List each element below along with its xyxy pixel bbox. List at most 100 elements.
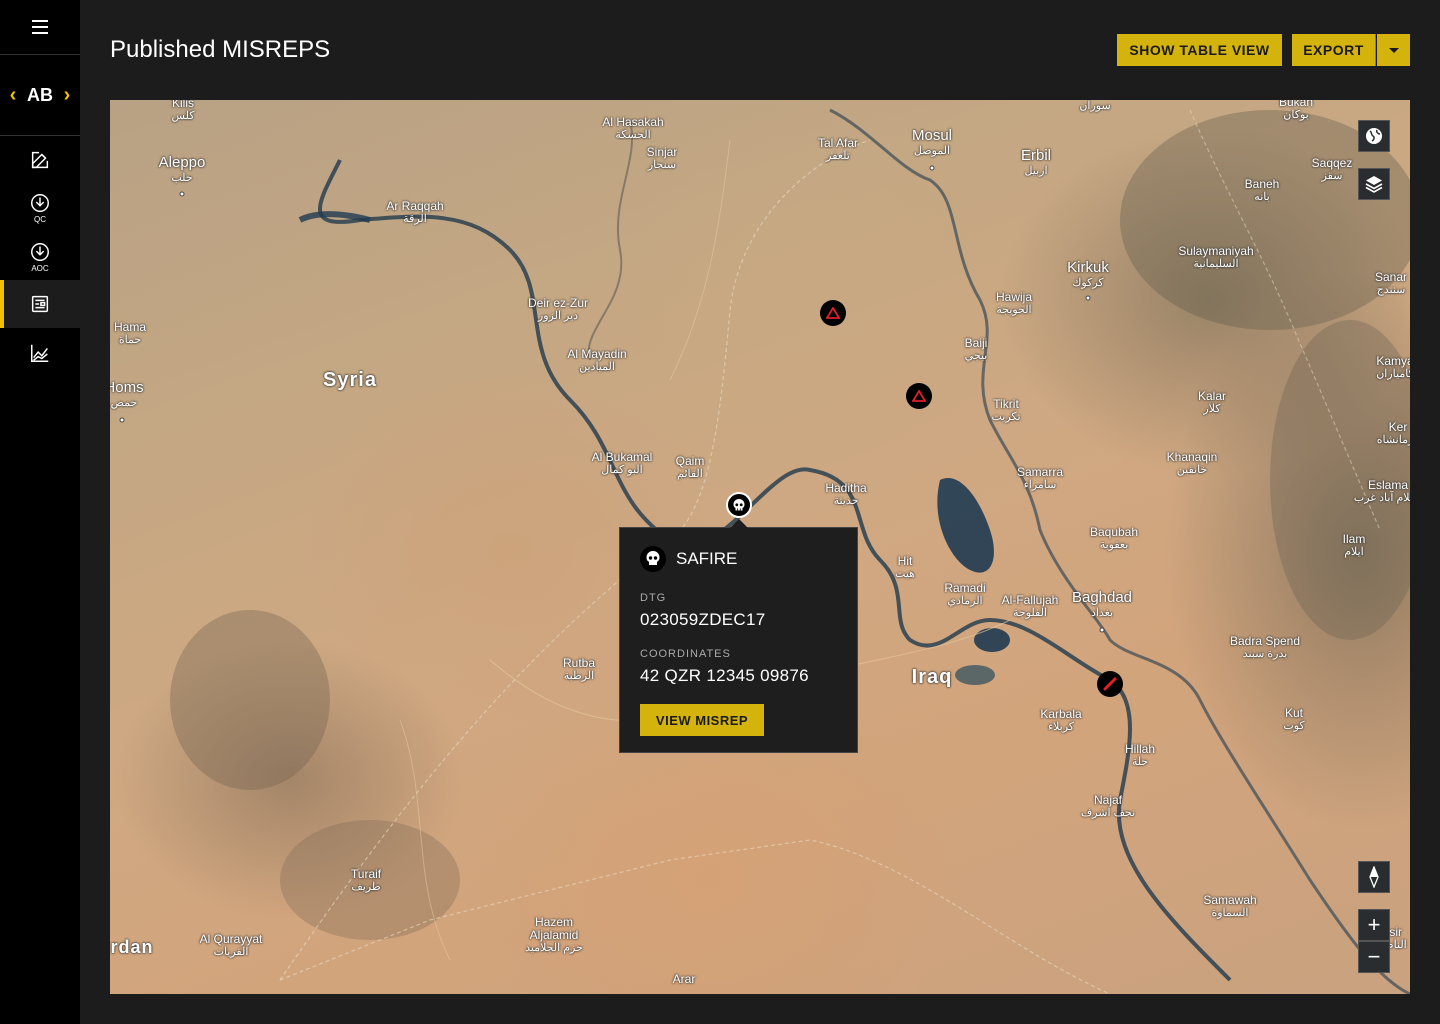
export-button[interactable]: EXPORT bbox=[1292, 34, 1376, 66]
page-title: Published MISREPS bbox=[110, 36, 331, 63]
layers-button[interactable] bbox=[1358, 168, 1390, 200]
city-dot bbox=[179, 191, 185, 197]
basemap-toggle-button[interactable] bbox=[1358, 120, 1390, 152]
dtg-label: DTG bbox=[640, 592, 667, 604]
report-icon bbox=[31, 295, 49, 313]
download-circle-icon bbox=[31, 194, 49, 212]
sidebar: ‹ AB › QC AOC bbox=[0, 0, 80, 1024]
account-code: AB bbox=[27, 84, 53, 105]
download-circle-icon bbox=[31, 243, 49, 261]
sidebar-item-aoc[interactable]: AOC bbox=[0, 233, 80, 281]
map-label: Ar Raqqah الرقة bbox=[386, 199, 444, 226]
sidebar-item-edit[interactable] bbox=[0, 136, 80, 184]
city-dot bbox=[119, 417, 125, 423]
zoom-out-button[interactable]: − bbox=[1358, 941, 1390, 973]
warning-triangle-icon bbox=[826, 307, 840, 319]
globe-icon bbox=[1366, 128, 1382, 144]
misrep-marker-triangle[interactable] bbox=[820, 300, 846, 326]
map-label: Erbil اربيل bbox=[1020, 147, 1052, 177]
map-label: Deir ez-Zur دير الزور bbox=[527, 296, 589, 323]
popup-header: SAFIRE bbox=[640, 546, 737, 572]
map-label: Khanaqin خانقين bbox=[1166, 450, 1218, 477]
coordinates-value: 42 QZR 12345 09876 bbox=[640, 666, 809, 685]
compass-button[interactable] bbox=[1358, 861, 1390, 893]
map-label: Hawija الحويجة bbox=[995, 290, 1033, 317]
warning-triangle-icon bbox=[912, 390, 926, 402]
map-label: Hama حماة bbox=[113, 320, 147, 347]
map-label: Eslamaاسلام آباد غرب bbox=[1353, 478, 1410, 505]
map-label: Sinjar سنجار bbox=[646, 145, 678, 172]
slash-icon bbox=[1103, 677, 1117, 691]
sidebar-item-misreps[interactable] bbox=[0, 280, 80, 328]
sidebar-item-qc[interactable]: QC bbox=[0, 184, 80, 232]
dtg-value: 023059ZDEC17 bbox=[640, 610, 766, 629]
layers-icon bbox=[1365, 176, 1383, 193]
misrep-marker-triangle[interactable] bbox=[906, 383, 932, 409]
popup-type: SAFIRE bbox=[676, 549, 738, 568]
map-label: Hillah حلة bbox=[1124, 742, 1156, 769]
sidebar-item-sub: QC bbox=[34, 215, 46, 224]
map-label: Baqubah بعقوبة bbox=[1089, 525, 1139, 552]
map-label: Samawah السماوة bbox=[1203, 893, 1257, 920]
map-label: Qaim القائم bbox=[675, 454, 705, 481]
hamburger-menu-icon[interactable] bbox=[0, 0, 80, 55]
map-label: Rutba الرطبة bbox=[562, 656, 596, 683]
map-label: Al Mayadin الميادين bbox=[567, 347, 627, 374]
city-dot bbox=[1085, 295, 1091, 301]
map-label: Najaf نجف اشرف bbox=[1080, 793, 1136, 820]
caret-down-icon bbox=[1388, 47, 1399, 53]
map-label-country: Syria bbox=[323, 369, 377, 391]
map-label: Samarra سامراء bbox=[1016, 465, 1064, 492]
map-label: Arar bbox=[672, 972, 696, 986]
map-label: Haditha حديثة bbox=[825, 481, 867, 508]
map-label: Kirkuk كركوك bbox=[1067, 259, 1109, 289]
compass-icon bbox=[1369, 866, 1379, 888]
map-label: Al Bukamal البو كمال bbox=[591, 450, 653, 477]
map-label: Karbala كربلاء bbox=[1040, 707, 1082, 734]
map-label: Kalar كلار bbox=[1197, 389, 1227, 416]
map-label: Kerکرمانشاه bbox=[1376, 420, 1410, 447]
map-label: Kamyaکامیاران bbox=[1376, 354, 1410, 381]
zoom-in-button[interactable]: + bbox=[1358, 909, 1390, 941]
misrep-marker-skull[interactable] bbox=[726, 492, 752, 518]
edit-icon bbox=[31, 151, 49, 169]
map-label: Ilam ایلام bbox=[1342, 532, 1366, 559]
map-label: سوران bbox=[1079, 100, 1111, 112]
account-switcher: ‹ AB › bbox=[0, 55, 80, 136]
line-chart-icon bbox=[31, 344, 49, 362]
coordinates-label: COORDINATES bbox=[640, 648, 731, 660]
show-table-view-button[interactable]: SHOW TABLE VIEW bbox=[1117, 34, 1282, 66]
map-label: Al Qurayyat القريات bbox=[199, 932, 263, 959]
map-label-country: rdan bbox=[110, 937, 154, 957]
map-label: Sanar سنندج bbox=[1374, 270, 1408, 297]
map-label: Saqqez سقز bbox=[1311, 156, 1353, 183]
map-label: Homsحمص bbox=[110, 379, 144, 409]
sidebar-item-analytics[interactable] bbox=[0, 329, 80, 377]
map-label: Hazem Aljalamid حزم الجلاميد bbox=[525, 915, 583, 955]
city-dot bbox=[929, 165, 935, 171]
skull-icon bbox=[733, 499, 745, 511]
map-label: Sulaymaniyah السليمانية bbox=[1178, 244, 1254, 271]
sidebar-item-sub: AOC bbox=[31, 264, 49, 273]
map-label: Turaif طريف bbox=[350, 867, 382, 894]
city-dot bbox=[1099, 627, 1105, 633]
chevron-left-icon[interactable]: ‹ bbox=[5, 84, 21, 107]
map-label: Al-Fallujah الفلوجة bbox=[1001, 593, 1059, 620]
map-label: Baghdad بغداد bbox=[1071, 589, 1133, 619]
view-misrep-button[interactable]: VIEW MISREP bbox=[640, 704, 764, 736]
map-label: Kilis كلس bbox=[171, 100, 195, 123]
map-label: Hit هيت bbox=[895, 554, 915, 581]
map-label: Baneh بانه bbox=[1244, 177, 1280, 204]
map-label: Aleppo حلب bbox=[158, 154, 206, 184]
map-label-country: Iraq bbox=[911, 666, 953, 688]
map-label: Mosul الموصل bbox=[911, 127, 953, 157]
export-dropdown-button[interactable] bbox=[1377, 34, 1410, 66]
map-label: Kut كوت bbox=[1283, 706, 1305, 733]
map-label: Bukan بوكان bbox=[1278, 100, 1314, 122]
map-label: Tal Afar تلعفر bbox=[817, 136, 859, 163]
misrep-popup: SAFIRE DTG 023059ZDEC17 COORDINATES 42 Q… bbox=[619, 519, 858, 753]
chevron-right-icon[interactable]: › bbox=[59, 84, 75, 107]
map-label: Al Hasakah الحسكة bbox=[602, 115, 664, 142]
map-label: Baiji بيجي bbox=[964, 336, 988, 363]
misrep-marker-slash[interactable] bbox=[1097, 671, 1123, 697]
